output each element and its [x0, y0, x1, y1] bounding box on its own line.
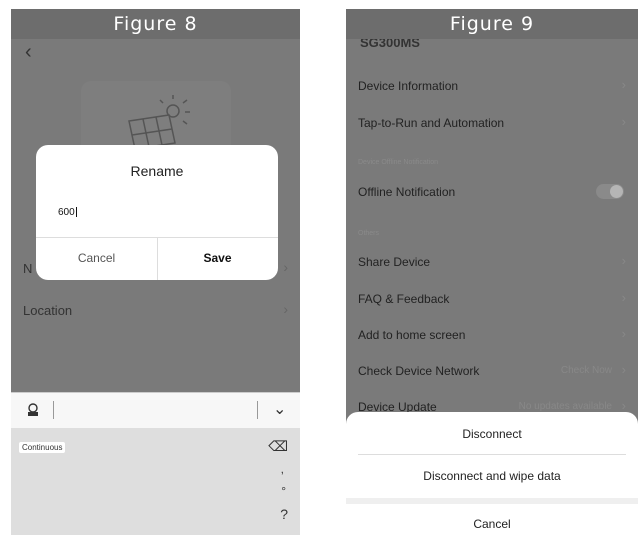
device-information-label: Device Information: [358, 79, 459, 93]
divider: [257, 401, 258, 419]
offline-notification-row: Offline Notification: [346, 174, 638, 210]
device-information-row[interactable]: Device Information ›: [346, 68, 638, 104]
section-header-offline: Device Offline Notification: [358, 159, 439, 166]
disconnect-button[interactable]: Disconnect: [346, 414, 638, 454]
text-caret: [75, 207, 77, 218]
share-device-label: Share Device: [358, 255, 431, 269]
backspace-key[interactable]: ⌫: [268, 438, 288, 455]
comma-key[interactable]: ,: [281, 462, 284, 476]
add-to-home-row[interactable]: Add to home screen ›: [346, 317, 638, 353]
offline-notification-label: Offline Notification: [358, 185, 456, 199]
chevron-right-icon: ›: [621, 77, 626, 92]
check-network-value[interactable]: Check Now: [561, 365, 612, 376]
share-device-row[interactable]: Share Device ›: [346, 244, 638, 280]
chevron-right-icon: ›: [621, 114, 626, 129]
chevron-right-icon: ›: [283, 259, 288, 275]
faq-feedback-row[interactable]: FAQ & Feedback ›: [346, 281, 638, 317]
section-header-others: Others: [358, 230, 380, 237]
cancel-button[interactable]: Cancel: [36, 237, 157, 280]
question-key[interactable]: ?: [280, 506, 288, 522]
rename-input[interactable]: 600: [58, 207, 77, 218]
rename-dialog: Rename 600 Cancel Save: [36, 145, 278, 280]
name-row-label: N: [23, 261, 33, 276]
offline-notification-toggle[interactable]: [596, 184, 624, 199]
figure-9-title: Figure 9: [346, 9, 638, 39]
keyboard-toolbar: ⌄: [11, 392, 300, 428]
check-network-label: Check Device Network: [358, 364, 480, 378]
keyboard: Continuous ⌫ , ° ?: [11, 428, 300, 535]
chevron-right-icon: ›: [283, 301, 288, 317]
figure-8-panel: Figure 8 ‹ N › Location › Rename 600 Can…: [11, 9, 300, 535]
tap-to-run-row[interactable]: Tap-to-Run and Automation ›: [346, 105, 638, 141]
divider: [53, 401, 54, 419]
check-network-row[interactable]: Check Device Network Check Now ›: [346, 353, 638, 389]
sheet-cancel-button[interactable]: Cancel: [346, 504, 638, 535]
degree-key[interactable]: °: [281, 484, 286, 498]
dialog-title: Rename: [130, 163, 184, 179]
device-update-value: No updates available: [518, 401, 612, 412]
figure-9-panel: SG300MS Figure 9 Device Information › Ta…: [346, 9, 638, 535]
divider: [358, 454, 626, 455]
location-row[interactable]: Location ›: [11, 293, 300, 329]
chevron-right-icon: ›: [621, 253, 626, 268]
action-sheet: Disconnect Disconnect and wipe data Canc…: [346, 412, 638, 535]
chevron-right-icon: ›: [621, 362, 626, 377]
save-button[interactable]: Save: [157, 237, 278, 280]
chevron-right-icon: ›: [621, 290, 626, 305]
chevron-right-icon: ›: [621, 326, 626, 341]
toggle-knob: [610, 185, 623, 198]
back-icon[interactable]: ‹: [25, 41, 32, 64]
add-to-home-label: Add to home screen: [358, 328, 466, 342]
figure-8-title: Figure 8: [11, 9, 300, 39]
chevron-down-icon[interactable]: ⌄: [273, 399, 286, 419]
rename-input-value: 600: [58, 207, 75, 218]
tap-to-run-label: Tap-to-Run and Automation: [358, 116, 505, 130]
chevron-right-icon: ›: [621, 398, 626, 413]
faq-feedback-label: FAQ & Feedback: [358, 292, 450, 306]
suggestion-chip[interactable]: Continuous: [19, 442, 66, 453]
disconnect-wipe-button[interactable]: Disconnect and wipe data: [346, 456, 638, 496]
location-row-label: Location: [23, 303, 73, 318]
keyboard-emoji-icon[interactable]: [25, 402, 41, 423]
